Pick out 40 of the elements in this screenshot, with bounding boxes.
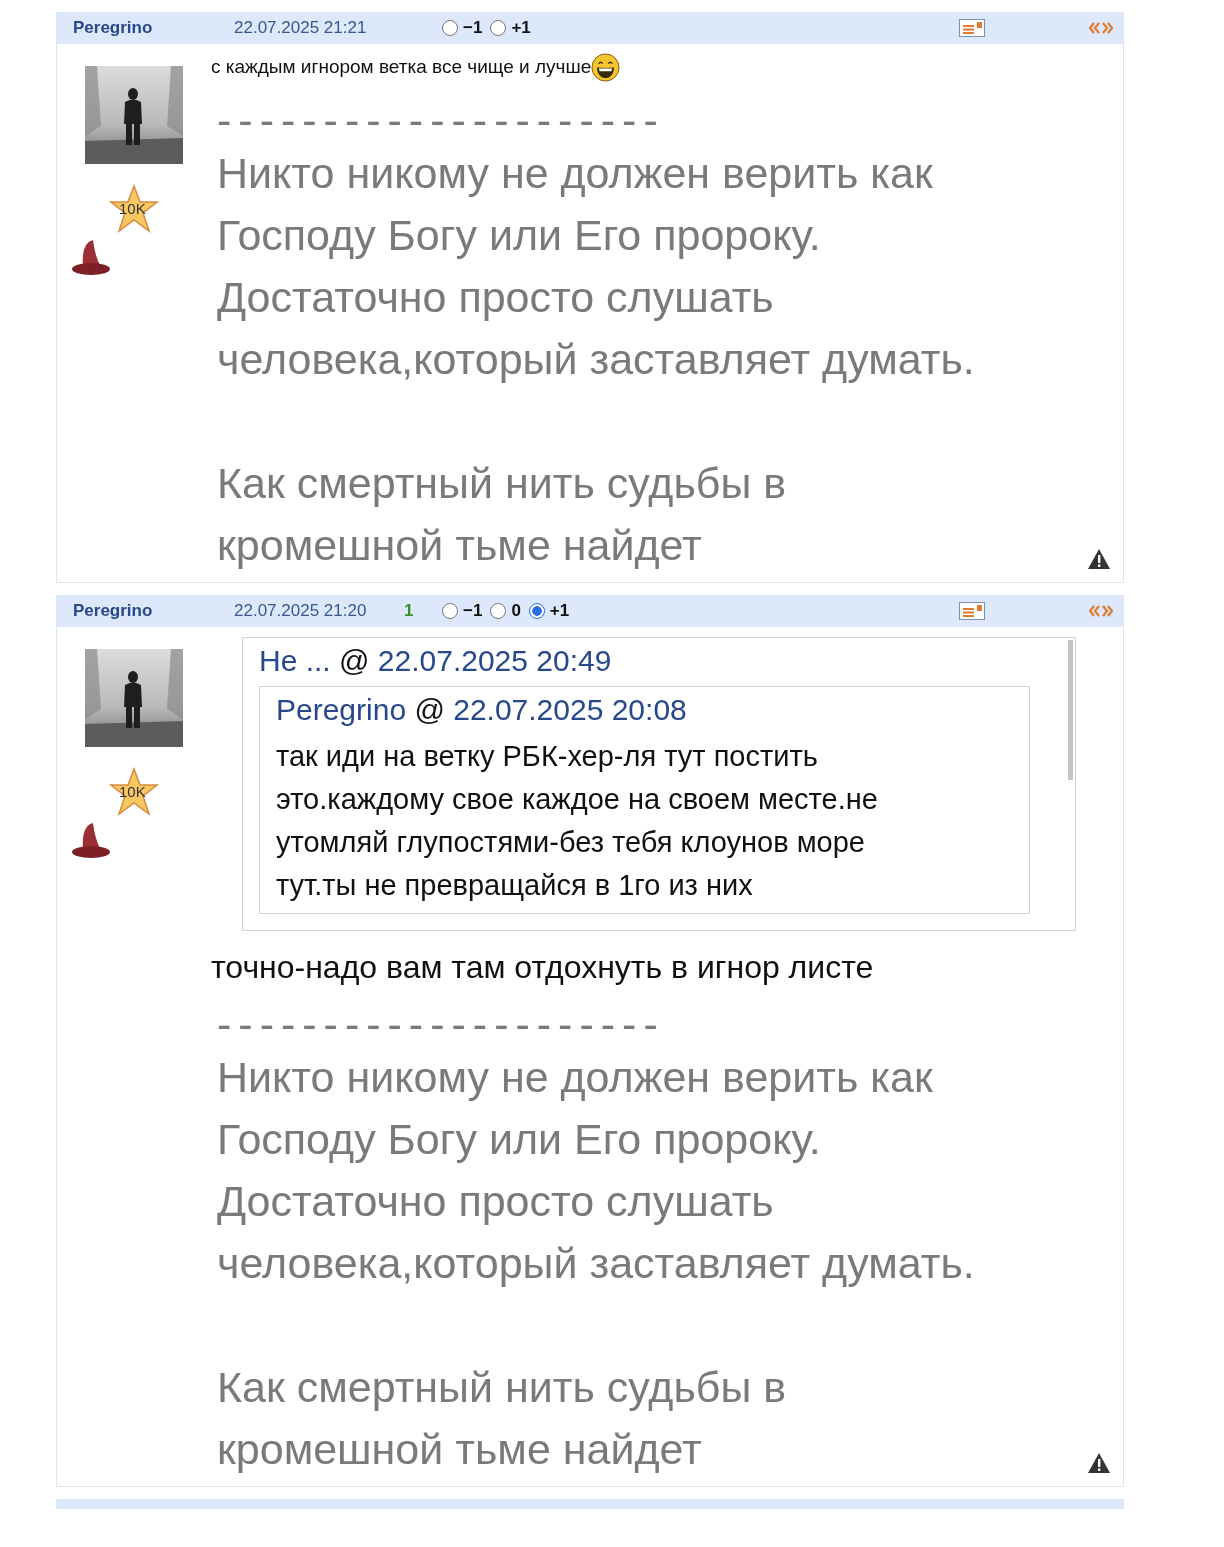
wizard-hat-icon — [71, 820, 111, 860]
vote-radio[interactable] — [490, 20, 507, 36]
author-name[interactable]: Peregrino — [57, 601, 234, 621]
signature-rule: --------------------- — [217, 100, 666, 138]
signature-text: Как смертный нить судьбы в кромешной тьме найдет — [217, 458, 788, 571]
double-chevron-icon[interactable] — [1089, 22, 1113, 34]
vote-radio[interactable] — [490, 603, 507, 619]
laughing-emoji-icon — [591, 52, 621, 82]
vote-label: 0 — [511, 601, 521, 621]
message-card-icon[interactable] — [959, 19, 985, 37]
wizard-hat-icon — [71, 237, 111, 277]
post-text: с каждым игнором ветка все чище и лучше — [211, 56, 592, 78]
vote-radio[interactable] — [528, 603, 545, 619]
vote-label: +1 — [511, 18, 531, 38]
quote-header: Peregrino @ 22.07.2025 20:08 — [276, 693, 688, 727]
post-text: точно-надо вам там отдохнуть в игнор листе — [211, 949, 874, 986]
signature-text: Никто никому не должен верить как Господу Богу или Его пророку. Достаточно просто слушать человека,который заставляет думать. — [217, 148, 976, 385]
message-card-icon[interactable] — [959, 602, 985, 620]
vote-radio[interactable] — [442, 20, 458, 36]
warning-icon[interactable] — [1087, 1452, 1111, 1474]
quote-text: так иди на ветку РБК-хер-ля тут постить это.каждому свое каждое на своем месте.не утомляй глупостями-без тебя клоунов море тут.ты не превращайся в 1го из них — [276, 739, 879, 903]
signature-rule: --------------------- — [217, 1004, 666, 1042]
vote-radio[interactable] — [442, 603, 458, 619]
vote-label: −1 — [463, 601, 483, 621]
star-icon — [109, 184, 159, 234]
post-date: 22.07.2025 21:20 — [234, 601, 368, 621]
vote-label: −1 — [463, 18, 483, 38]
star-icon — [109, 767, 159, 817]
double-chevron-icon[interactable] — [1089, 605, 1113, 617]
signature-text: Как смертный нить судьбы в кромешной тьме найдет — [217, 1362, 788, 1475]
vote-label: +1 — [549, 601, 570, 621]
signature-text: Никто никому не должен верить как Господу Богу или Его пророку. Достаточно просто слушать человека,который заставляет думать. — [217, 1052, 976, 1289]
badge-label: 10K — [119, 200, 146, 217]
author-name[interactable]: Peregrino — [57, 18, 234, 38]
warning-icon[interactable] — [1087, 548, 1111, 570]
badge-label: 10K — [119, 783, 146, 800]
scrollbar[interactable] — [1068, 640, 1073, 780]
post-date: 22.07.2025 21:21 — [234, 18, 368, 38]
quote-header: Не ... @ 22.07.2025 20:49 — [259, 644, 613, 678]
rating-score: 1 — [404, 601, 414, 620]
